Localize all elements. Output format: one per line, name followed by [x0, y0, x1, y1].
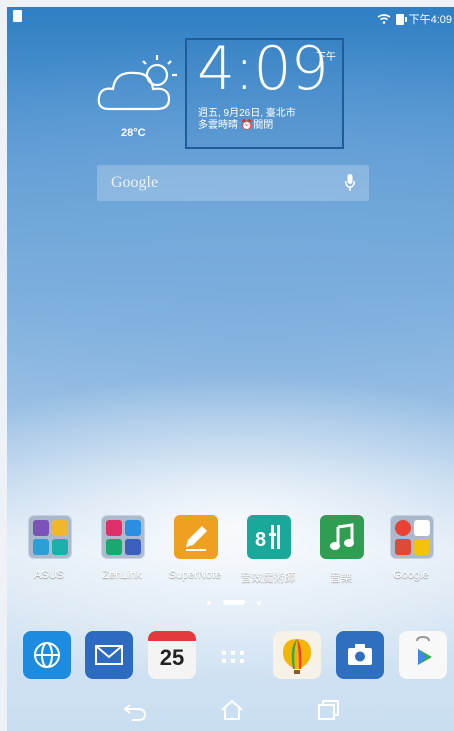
app-label: Google	[393, 569, 429, 581]
globe-icon	[34, 642, 60, 668]
app-drawer-button[interactable]	[209, 631, 257, 679]
app-music[interactable]: 音樂	[309, 515, 373, 587]
recent-apps-icon[interactable]	[315, 699, 341, 721]
app-label: SuperNote	[168, 569, 222, 581]
browser-button[interactable]	[23, 631, 71, 679]
clock-ampm: 下午	[316, 52, 336, 63]
battery-icon	[395, 13, 407, 25]
date-line: 週五, 9月26日, 臺北市	[198, 108, 296, 119]
weather-app-button[interactable]	[273, 631, 321, 679]
email-button[interactable]	[85, 631, 133, 679]
weather-alarm-line: 多雲時晴 ⏰關閉	[198, 120, 274, 131]
app-label: 音效魔術師	[240, 572, 296, 584]
app-zenlink-folder[interactable]: ZenLink	[90, 515, 154, 587]
pencil-icon	[174, 515, 218, 559]
mail-icon	[95, 645, 123, 665]
sd-card-icon	[13, 10, 22, 22]
page-indicator	[7, 597, 454, 607]
app-label: ZenLink	[102, 569, 142, 581]
calendar-header	[148, 631, 196, 641]
music-note-icon	[320, 515, 364, 559]
balloon-icon	[283, 639, 311, 674]
home-icon[interactable]	[219, 699, 245, 721]
clock-date-info: 週五, 9月26日, 臺北市 多雲時晴 ⏰關閉	[198, 108, 296, 132]
wifi-icon	[377, 14, 391, 24]
status-time: 下午4:09	[408, 14, 452, 26]
clock-widget[interactable]: 4:09 下午 週五, 9月26日, 臺北市 多雲時晴 ⏰關閉	[185, 34, 344, 149]
google-search-bar[interactable]: Google	[97, 165, 369, 201]
apps-grid-icon	[222, 651, 244, 663]
app-google-folder[interactable]: Google	[379, 515, 443, 587]
play-store-icon	[416, 635, 432, 665]
navigation-bar	[7, 691, 454, 731]
google-folder-icon	[390, 515, 434, 559]
home-screen: 下午4:09 28°C 4:09 下午 週五, 9月26日, 臺北市 多雲時晴 …	[7, 7, 454, 731]
back-icon[interactable]	[122, 699, 148, 721]
play-store-button[interactable]	[399, 631, 447, 679]
page-dot-active[interactable]	[223, 600, 245, 605]
app-supernote[interactable]: SuperNote	[163, 515, 227, 587]
camera-icon	[348, 644, 372, 665]
app-label: ASUS	[34, 569, 64, 581]
app-label: 音樂	[330, 572, 352, 584]
calendar-button[interactable]: 25	[148, 631, 196, 679]
equalizer-icon: 8	[247, 515, 291, 559]
page-dot[interactable]	[207, 601, 211, 605]
svg-text:8: 8	[255, 529, 266, 551]
temperature-label: 28°C	[121, 127, 146, 139]
camera-button[interactable]	[336, 631, 384, 679]
microphone-icon[interactable]	[345, 174, 355, 192]
weather-widget[interactable]: 28°C	[95, 53, 191, 143]
zenlink-folder-icon	[101, 515, 145, 559]
app-audio-wizard[interactable]: 8 音效魔術師	[236, 515, 300, 587]
status-bar: 下午4:09	[7, 7, 454, 29]
asus-folder-icon	[28, 515, 72, 559]
clock-time: 4:09	[197, 34, 329, 104]
app-asus-folder[interactable]: ASUS	[17, 515, 81, 587]
calendar-day: 25	[159, 645, 185, 670]
page-dot[interactable]	[257, 601, 261, 605]
search-label: Google	[111, 174, 159, 191]
partly-cloudy-icon	[97, 55, 177, 111]
